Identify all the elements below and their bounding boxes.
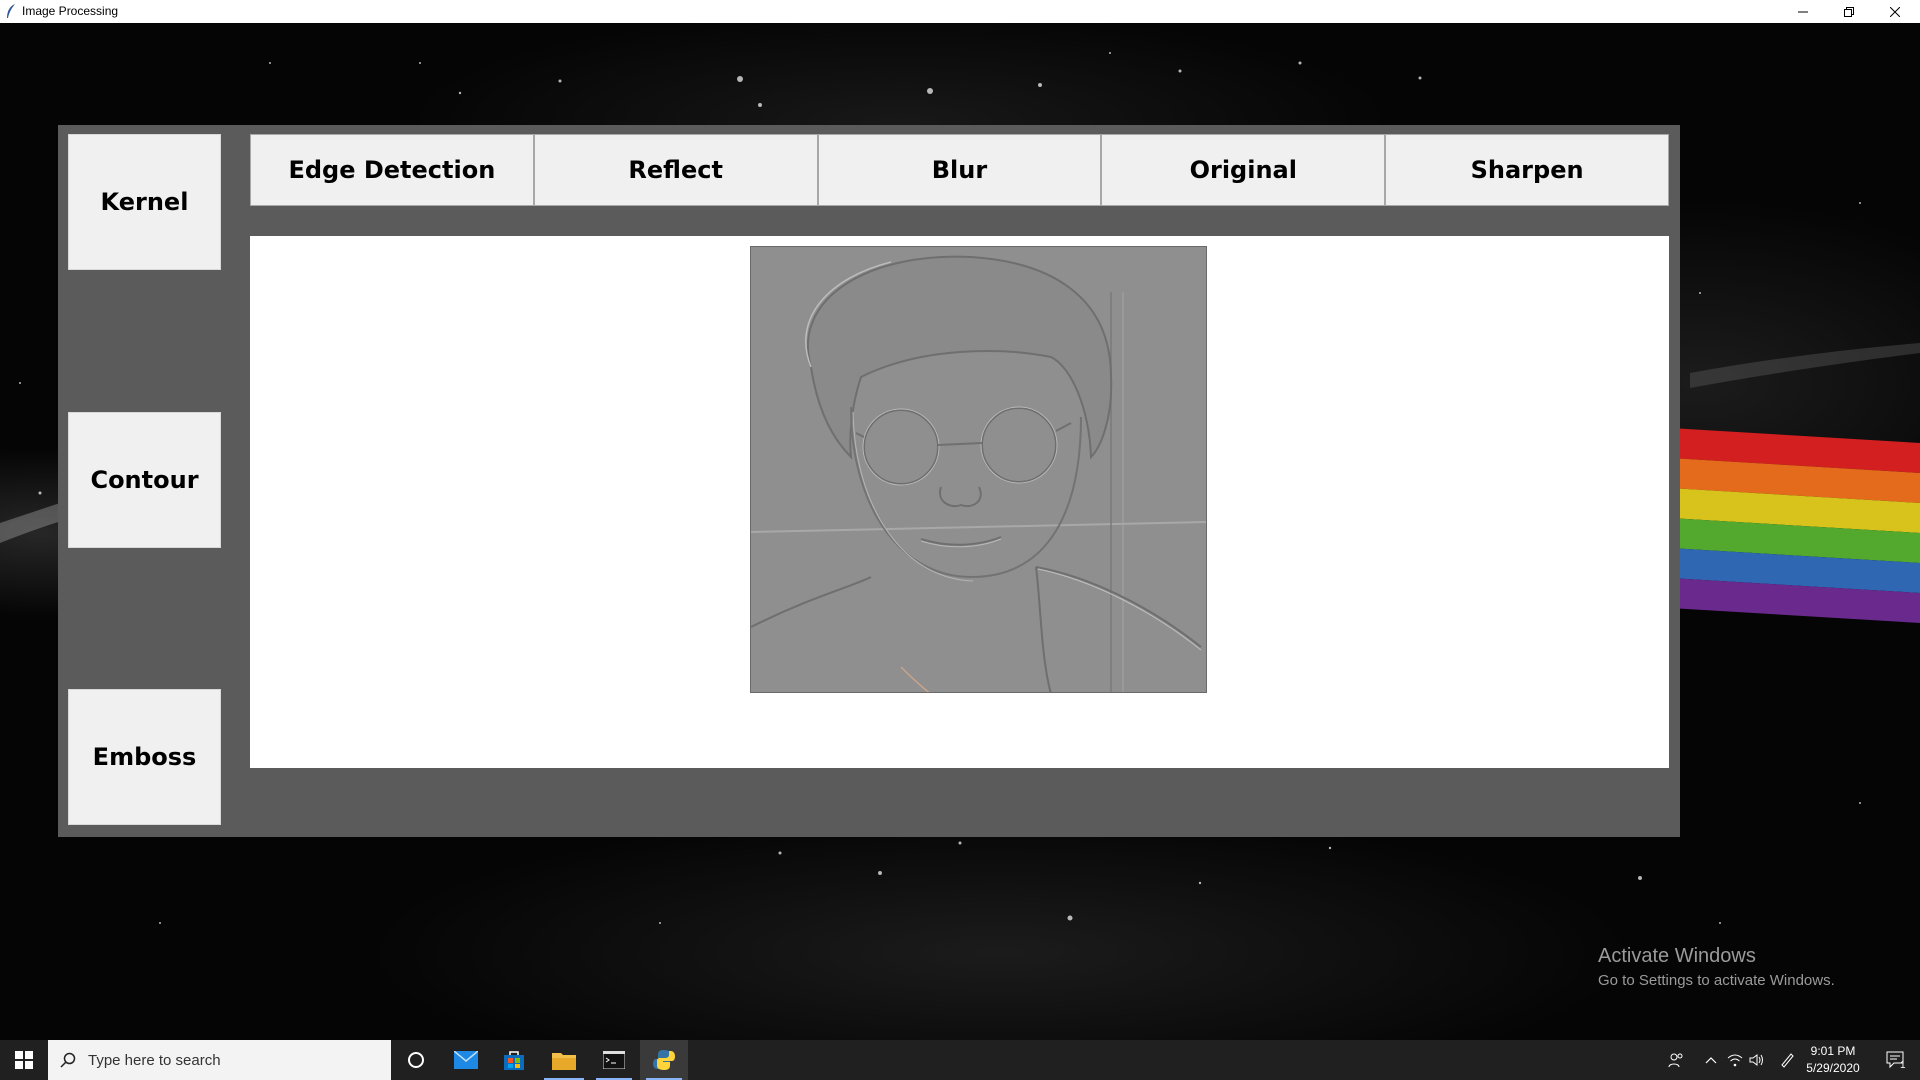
windows-start-icon	[15, 1051, 33, 1069]
store-app[interactable]	[490, 1040, 538, 1080]
show-hidden-icons-button[interactable]	[1700, 1040, 1722, 1080]
python-app[interactable]	[640, 1040, 688, 1080]
minimize-button[interactable]	[1780, 0, 1826, 23]
store-icon	[504, 1051, 524, 1070]
close-button[interactable]	[1872, 0, 1918, 23]
mail-icon	[454, 1051, 478, 1069]
search-icon	[60, 1052, 76, 1068]
terminal-icon	[603, 1051, 625, 1069]
original-button[interactable]: Original	[1101, 134, 1386, 206]
rainbow-graphic	[1670, 428, 1920, 623]
action-center-button[interactable]: 1	[1878, 1040, 1914, 1080]
activate-windows-watermark: Activate Windows Go to Settings to activ…	[1598, 945, 1835, 989]
embossed-portrait-image	[751, 247, 1206, 692]
restore-icon	[1844, 6, 1854, 17]
clock-date: 5/29/2020	[1806, 1061, 1860, 1075]
contour-button[interactable]: Contour	[68, 412, 221, 548]
processed-image	[750, 246, 1207, 693]
reflect-button[interactable]: Reflect	[533, 134, 818, 206]
filter-toolbar: Edge Detection Reflect Blur Original Sha…	[250, 134, 1669, 206]
file-explorer-app[interactable]	[538, 1040, 590, 1080]
wifi-icon	[1727, 1054, 1743, 1067]
taskbar-clock[interactable]: 9:01 PM 5/29/2020	[1800, 1040, 1866, 1080]
cortana-icon	[408, 1052, 424, 1068]
search-placeholder: Type here to search	[88, 1051, 221, 1069]
activate-title: Activate Windows	[1598, 945, 1756, 967]
kernel-button[interactable]: Kernel	[68, 134, 221, 270]
chevron-up-icon	[1705, 1057, 1717, 1064]
taskbar: Type here to search 9:01 PM 5/29/2020 1	[0, 1040, 1920, 1080]
close-icon	[1890, 6, 1900, 17]
taskbar-search[interactable]: Type here to search	[48, 1040, 391, 1080]
start-button[interactable]	[0, 1040, 48, 1080]
pen-icon	[1781, 1053, 1794, 1068]
mail-app[interactable]	[442, 1040, 490, 1080]
minimize-icon	[1798, 11, 1808, 12]
blur-button[interactable]: Blur	[817, 134, 1102, 206]
clock-time: 9:01 PM	[1810, 1044, 1856, 1058]
notification-count: 1	[1900, 1060, 1906, 1071]
edge-detection-button[interactable]: Edge Detection	[250, 134, 534, 206]
people-button[interactable]	[1665, 1040, 1687, 1080]
network-button[interactable]	[1724, 1040, 1746, 1080]
terminal-app[interactable]	[590, 1040, 638, 1080]
feather-icon	[7, 4, 15, 18]
pen-workspace-button[interactable]	[1776, 1040, 1798, 1080]
window-title: Image Processing	[22, 4, 119, 18]
speaker-icon	[1749, 1054, 1763, 1066]
restore-button[interactable]	[1826, 0, 1872, 23]
cortana-button[interactable]	[392, 1040, 440, 1080]
activate-subtitle: Go to Settings to activate Windows.	[1598, 972, 1835, 989]
python-icon	[653, 1050, 675, 1070]
emboss-button[interactable]: Emboss	[68, 689, 221, 825]
sharpen-button[interactable]: Sharpen	[1385, 134, 1669, 206]
volume-button[interactable]	[1746, 1040, 1768, 1080]
title-bar: Image Processing	[0, 0, 1920, 23]
people-icon	[1668, 1053, 1683, 1068]
file-explorer-icon	[552, 1053, 576, 1070]
